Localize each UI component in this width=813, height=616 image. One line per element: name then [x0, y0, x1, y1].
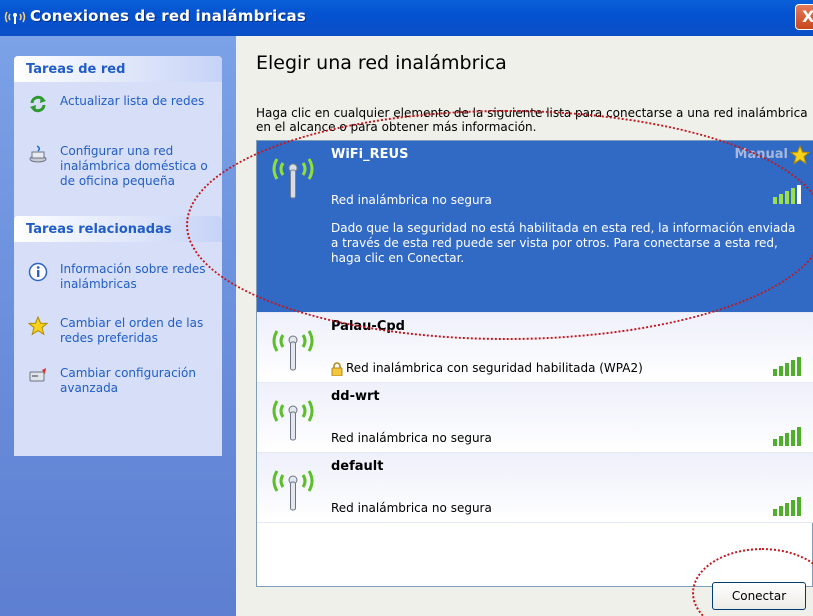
network-ssid: Palau-Cpd	[331, 319, 405, 334]
signal-strength-icon	[773, 427, 801, 446]
star-icon	[28, 316, 48, 336]
info-icon	[28, 262, 48, 282]
network-ssid: default	[331, 459, 384, 474]
manual-badge: Manual	[734, 147, 788, 162]
network-item[interactable]: default Red inalámbrica no segura	[257, 453, 813, 523]
settings-icon	[29, 368, 46, 382]
network-ssid: dd-wrt	[331, 389, 380, 404]
wireless-antenna-icon	[272, 470, 314, 511]
task-change-preferred-order[interactable]: Cambiar el orden de las redes preferidas	[28, 316, 218, 350]
wireless-antenna-icon	[272, 158, 314, 199]
network-item[interactable]: WiFi_REUS Manual Red inalámbrica no segu…	[257, 141, 813, 313]
task-label: Cambiar el orden de las redes preferidas	[60, 316, 204, 345]
task-advanced-settings[interactable]: Cambiar configuración avanzada	[28, 366, 218, 400]
close-button[interactable]: X	[795, 4, 813, 30]
refresh-icon	[30, 95, 46, 113]
network-security-status: Red inalámbrica no segura	[331, 193, 492, 207]
signal-strength-icon	[773, 357, 801, 376]
network-tasks-title: Tareas de red	[14, 56, 222, 82]
network-tasks-panel: Tareas de red Actualizar lista de redes …	[14, 56, 222, 238]
related-tasks-panel: Tareas relacionadas Información sobre re…	[14, 216, 222, 456]
wireless-antenna-icon	[272, 330, 314, 371]
network-item[interactable]: dd-wrt Red inalámbrica no segura	[257, 383, 813, 453]
task-label: Cambiar configuración avanzada	[60, 366, 196, 395]
task-refresh-network-list[interactable]: Actualizar lista de redes	[28, 94, 218, 114]
security-text: Red inalámbrica con seguridad habilitada…	[346, 361, 643, 375]
preferred-star-icon	[790, 145, 810, 165]
window-title: Conexiones de red inalámbricas	[30, 7, 307, 25]
task-label: Información sobre redes inalámbricas	[60, 262, 206, 291]
task-setup-wireless-network[interactable]: Configurar una red inalámbrica doméstica…	[28, 144, 218, 194]
task-label: Actualizar lista de redes	[60, 94, 205, 108]
title-bar: Conexiones de red inalámbricas X	[0, 0, 813, 36]
wizard-icon	[29, 145, 47, 163]
security-warning-text: Dado que la seguridad no está habilitada…	[331, 221, 796, 265]
task-wireless-info[interactable]: Información sobre redes inalámbricas	[28, 262, 218, 296]
close-icon: X	[802, 7, 813, 26]
wireless-antenna-icon	[272, 400, 314, 441]
network-ssid: WiFi_REUS	[331, 147, 409, 162]
signal-strength-icon	[773, 185, 801, 204]
network-security-status: Red inalámbrica con seguridad habilitada…	[331, 361, 643, 376]
page-title: Elegir una red inalámbrica	[256, 52, 507, 74]
main-content: Elegir una red inalámbrica Haga clic en …	[236, 36, 813, 616]
network-security-status: Red inalámbrica no segura	[331, 501, 492, 515]
instructions-text: Haga clic en cualquier elemento de la si…	[256, 106, 808, 134]
wireless-network-icon	[4, 11, 26, 24]
task-label: Configurar una red inalámbrica doméstica…	[60, 144, 208, 188]
lock-icon	[331, 361, 343, 376]
signal-strength-icon	[773, 497, 801, 516]
network-list: WiFi_REUS Manual Red inalámbrica no segu…	[256, 140, 813, 587]
network-security-status: Red inalámbrica no segura	[331, 431, 492, 445]
task-pane: Tareas de red Actualizar lista de redes …	[0, 36, 236, 616]
connect-button[interactable]: Conectar	[712, 582, 806, 610]
network-item[interactable]: Palau-Cpd Red inalámbrica con seguridad …	[257, 313, 813, 383]
related-tasks-title: Tareas relacionadas	[14, 216, 222, 242]
